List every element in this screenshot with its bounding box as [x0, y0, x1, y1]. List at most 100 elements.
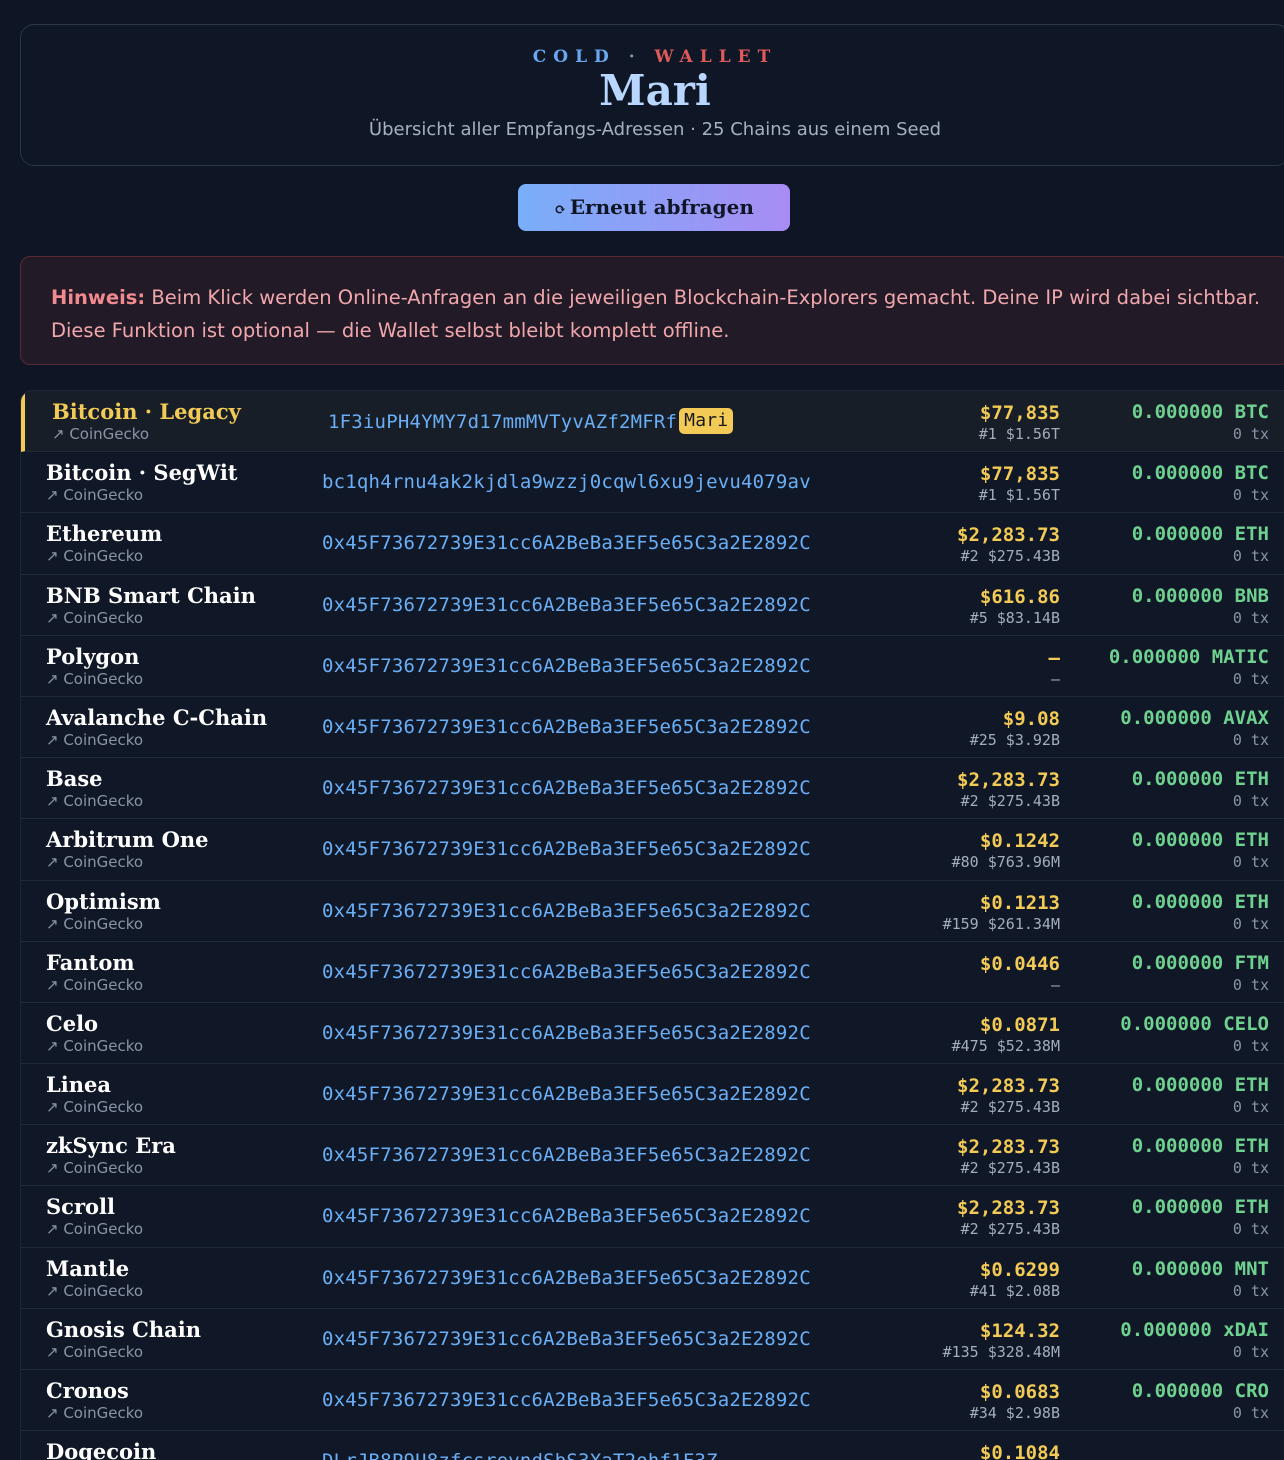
rank-marketcap: #159 $261.34M [942, 914, 1060, 933]
address-text[interactable]: bc1qh4rnu4ak2kjdla9wzzj0cqwl6xu9jevu4079… [322, 471, 811, 493]
address-cell[interactable]: 0x45F73672739E31cc6A2BeBa3EF5e65C3a2E289… [322, 716, 811, 738]
table-row[interactable]: Scroll ↗ CoinGecko 0x45F73672739E31cc6A2Be… [21, 1186, 1284, 1248]
table-row[interactable]: Celo ↗ CoinGecko 0x45F73672739E31cc6A2BeBa… [21, 1003, 1284, 1065]
table-row[interactable]: Arbitrum One ↗ CoinGecko 0x45F73672739E31c… [21, 819, 1284, 881]
refresh-button[interactable]: ⟳ Erneut abfragen [518, 184, 790, 231]
coingecko-link[interactable]: ↗ CoinGecko [46, 1343, 143, 1361]
chain-name: Linea [46, 1072, 111, 1098]
coingecko-link[interactable]: ↗ CoinGecko [46, 1282, 143, 1300]
address-text[interactable]: 0x45F73672739E31cc6A2BeBa3EF5e65C3a2E289… [322, 1389, 811, 1411]
coingecko-link[interactable]: ↗ CoinGecko [46, 915, 143, 933]
address-text[interactable]: 0x45F73672739E31cc6A2BeBa3EF5e65C3a2E289… [322, 655, 811, 677]
coingecko-link[interactable]: ↗ CoinGecko [46, 1159, 143, 1177]
price: $2,283.73 [957, 769, 1060, 792]
wallet-header: COLD · WALLET Mari Übersicht aller Empfa… [20, 24, 1284, 166]
rank-marketcap: #1 $1.56T [978, 425, 1060, 443]
address-text[interactable]: 0x45F73672739E31cc6A2BeBa3EF5e65C3a2E289… [322, 716, 811, 738]
address-text[interactable]: 0x45F73672739E31cc6A2BeBa3EF5e65C3a2E289… [322, 838, 811, 860]
coingecko-link[interactable]: ↗ CoinGecko [46, 486, 143, 504]
table-row[interactable]: Ethereum ↗ CoinGecko 0x45F73672739E31cc6A2… [21, 513, 1284, 575]
coingecko-link[interactable]: ↗ CoinGecko [46, 609, 143, 627]
address-cell[interactable]: bc1qh4rnu4ak2kjdla9wzzj0cqwl6xu9jevu4079… [322, 471, 811, 493]
address-cell[interactable]: 0x45F73672739E31cc6A2BeBa3EF5e65C3a2E289… [322, 655, 811, 677]
tx-count: 0 tx [1232, 486, 1269, 505]
price: $0.6299 [979, 1258, 1060, 1281]
table-row[interactable]: Dogecoin DLrJB8P9U8zfcsrevndSbS3XaT2ohf1F… [21, 1431, 1284, 1460]
coingecko-link[interactable]: ↗ CoinGecko [46, 1037, 143, 1055]
tx-count: 0 tx [1232, 547, 1269, 566]
address-cell[interactable]: 1F3iuPH4YMY7d17mmMVTyvAZf2MFRf Mari [328, 408, 734, 434]
address-cell[interactable]: 0x45F73672739E31cc6A2BeBa3EF5e65C3a2E289… [322, 777, 811, 799]
coingecko-link[interactable]: ↗ CoinGecko [46, 792, 143, 810]
address-text[interactable]: 0x45F73672739E31cc6A2BeBa3EF5e65C3a2E289… [322, 900, 811, 922]
tx-count: 0 tx [1232, 669, 1269, 688]
rank-marketcap: — [1050, 975, 1060, 994]
table-row[interactable]: Optimism ↗ CoinGecko 0x45F73672739E31cc6A2… [21, 881, 1284, 942]
address-text[interactable]: 0x45F73672739E31cc6A2BeBa3EF5e65C3a2E289… [322, 961, 811, 983]
address-cell[interactable]: 0x45F73672739E31cc6A2BeBa3EF5e65C3a2E289… [322, 1144, 811, 1166]
rank-marketcap: #80 $763.96M [951, 853, 1060, 872]
address-text[interactable]: 0x45F73672739E31cc6A2BeBa3EF5e65C3a2E289… [322, 1144, 811, 1166]
table-row[interactable]: Base ↗ CoinGecko 0x45F73672739E31cc6A2BeBa… [21, 758, 1284, 820]
refresh-label: Erneut abfragen [569, 195, 754, 219]
price: $9.08 [1002, 707, 1060, 730]
coingecko-link[interactable]: ↗ CoinGecko [46, 1404, 143, 1422]
address-cell[interactable]: 0x45F73672739E31cc6A2BeBa3EF5e65C3a2E289… [322, 1389, 811, 1411]
table-row[interactable]: Gnosis Chain ↗ CoinGecko 0x45F73672739E31c… [21, 1309, 1284, 1370]
coingecko-link[interactable]: ↗ CoinGecko [52, 425, 149, 443]
address-text[interactable]: 0x45F73672739E31cc6A2BeBa3EF5e65C3a2E289… [322, 1328, 811, 1350]
address-cell[interactable]: 0x45F73672739E31cc6A2BeBa3EF5e65C3a2E289… [322, 1267, 811, 1289]
balance: 0.000000 ETH [1131, 1135, 1269, 1158]
chain-name: Ethereum [46, 521, 163, 547]
address-text[interactable]: 0x45F73672739E31cc6A2BeBa3EF5e65C3a2E289… [322, 532, 811, 554]
coingecko-link[interactable]: ↗ CoinGecko [46, 1220, 143, 1238]
address-cell[interactable]: 0x45F73672739E31cc6A2BeBa3EF5e65C3a2E289… [322, 961, 811, 983]
balance: 0.000000 FTM [1131, 951, 1269, 974]
table-row[interactable]: zkSync Era ↗ CoinGecko 0x45F73672739E31cc6… [21, 1125, 1284, 1187]
address-text[interactable]: 0x45F73672739E31cc6A2BeBa3EF5e65C3a2E289… [322, 594, 811, 616]
balance: 0.000000 ETH [1131, 890, 1269, 913]
coingecko-link[interactable]: ↗ CoinGecko [46, 547, 143, 565]
address-cell[interactable]: 0x45F73672739E31cc6A2BeBa3EF5e65C3a2E289… [322, 1205, 811, 1227]
address-cell[interactable]: 0x45F73672739E31cc6A2BeBa3EF5e65C3a2E289… [322, 1022, 811, 1044]
address-text[interactable]: DLrJB8P9U8zfcsrevndSbS3XaT2ohf1F3Z [322, 1450, 718, 1460]
address-cell[interactable]: DLrJB8P9U8zfcsrevndSbS3XaT2ohf1F3Z [322, 1450, 718, 1460]
tx-count: 0 tx [1232, 1036, 1269, 1055]
eyebrow-cold: COLD [532, 47, 616, 67]
balance: 0.000000 ETH [1131, 829, 1269, 852]
address-text[interactable]: 0x45F73672739E31cc6A2BeBa3EF5e65C3a2E289… [322, 1205, 811, 1227]
chain-name: Cronos [46, 1378, 129, 1403]
address-text[interactable]: 0x45F73672739E31cc6A2BeBa3EF5e65C3a2E289… [322, 1083, 811, 1105]
table-row[interactable]: BNB Smart Chain ↗ CoinGecko 0x45F73672739E… [21, 575, 1284, 636]
address-text[interactable]: 0x45F73672739E31cc6A2BeBa3EF5e65C3a2E289… [322, 1022, 811, 1044]
address-cell[interactable]: 0x45F73672739E31cc6A2BeBa3EF5e65C3a2E289… [322, 1328, 811, 1350]
address-cell[interactable]: 0x45F73672739E31cc6A2BeBa3EF5e65C3a2E289… [322, 1083, 811, 1105]
coingecko-link[interactable]: ↗ CoinGecko [46, 976, 143, 994]
table-row[interactable]: Bitcoin · Legacy ↗ CoinGecko 1F3iuPH4YMY7d… [21, 391, 1284, 453]
address-cell[interactable]: 0x45F73672739E31cc6A2BeBa3EF5e65C3a2E289… [322, 532, 811, 554]
wallet-tag-badge: Mari [679, 408, 734, 434]
table-row[interactable]: Cronos ↗ CoinGecko 0x45F73672739E31cc6A2Be… [21, 1370, 1284, 1432]
balance: 0.000000 xDAI [1120, 1318, 1269, 1341]
address-cell[interactable]: 0x45F73672739E31cc6A2BeBa3EF5e65C3a2E289… [322, 594, 811, 616]
price: $2,283.73 [957, 1075, 1060, 1098]
table-row[interactable]: Avalanche C-Chain ↗ CoinGecko 0x45F7367273… [21, 697, 1284, 759]
table-row[interactable]: Polygon ↗ CoinGecko 0x45F73672739E31cc6A2B… [21, 636, 1284, 697]
price: $124.32 [979, 1319, 1060, 1342]
table-row[interactable]: Fantom ↗ CoinGecko 0x45F73672739E31cc6A2Be… [21, 942, 1284, 1003]
coingecko-link[interactable]: ↗ CoinGecko [46, 1098, 143, 1116]
balance: 0.000000 BTC [1131, 462, 1269, 485]
table-row[interactable]: Linea ↗ CoinGecko 0x45F73672739E31cc6A2BeB… [21, 1064, 1284, 1126]
coingecko-link[interactable]: ↗ CoinGecko [46, 731, 143, 749]
table-row[interactable]: Mantle ↗ CoinGecko 0x45F73672739E31cc6A2Be… [21, 1248, 1284, 1309]
address-text[interactable]: 0x45F73672739E31cc6A2BeBa3EF5e65C3a2E289… [322, 1267, 811, 1289]
address-text[interactable]: 1F3iuPH4YMY7d17mmMVTyvAZf2MFRf [328, 411, 677, 433]
tx-count: 0 tx [1232, 1342, 1269, 1361]
address-cell[interactable]: 0x45F73672739E31cc6A2BeBa3EF5e65C3a2E289… [322, 838, 811, 860]
table-row[interactable]: Bitcoin · SegWit ↗ CoinGecko bc1qh4rnu4ak2… [21, 452, 1284, 514]
address-cell[interactable]: 0x45F73672739E31cc6A2BeBa3EF5e65C3a2E289… [322, 900, 811, 922]
address-text[interactable]: 0x45F73672739E31cc6A2BeBa3EF5e65C3a2E289… [322, 777, 811, 799]
coingecko-link[interactable]: ↗ CoinGecko [46, 853, 143, 871]
coingecko-link[interactable]: ↗ CoinGecko [46, 670, 143, 688]
rank-marketcap: #41 $2.08B [969, 1281, 1060, 1300]
